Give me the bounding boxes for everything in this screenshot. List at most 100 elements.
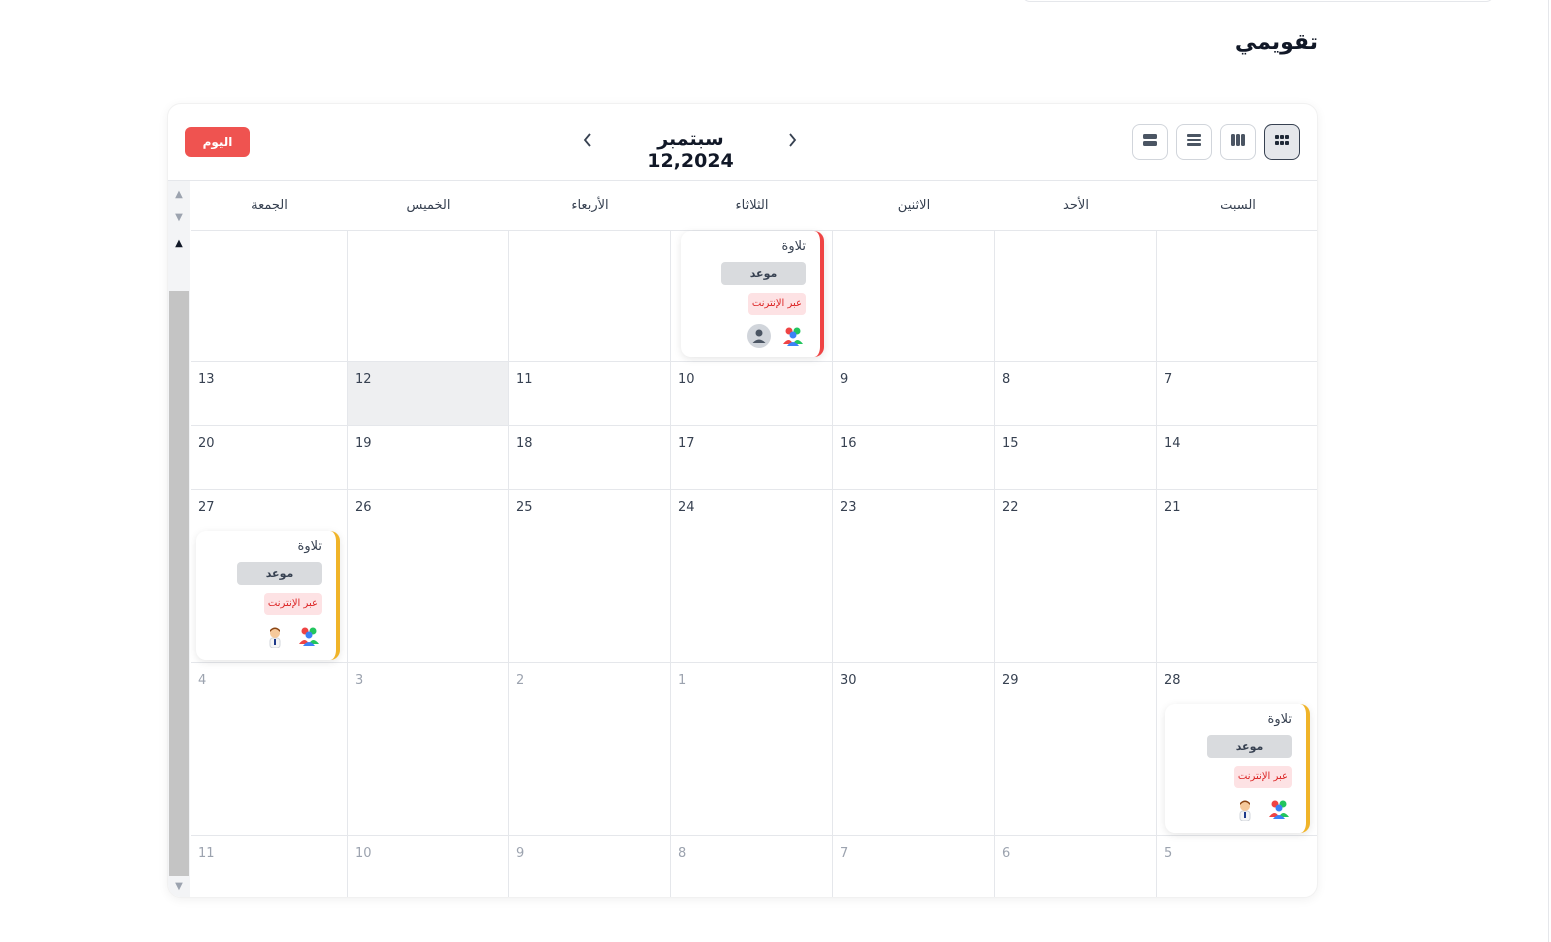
day-cell[interactable]: 10 bbox=[348, 836, 509, 897]
event-card[interactable]: تلاوة موعد عبر الإنترنت bbox=[1165, 704, 1310, 833]
day-cell[interactable]: 2 bbox=[509, 663, 671, 836]
day-cell[interactable]: 9 bbox=[509, 836, 671, 897]
event-mode-badge: عبر الإنترنت bbox=[1233, 766, 1292, 788]
day-cell[interactable]: 24 bbox=[671, 490, 833, 663]
scroll-up-icon[interactable]: ▲ bbox=[172, 189, 186, 200]
day-cell[interactable]: 21 bbox=[1157, 490, 1317, 663]
day-cell[interactable]: 17 bbox=[671, 426, 833, 490]
day-number: 21 bbox=[1164, 500, 1181, 515]
day-cell[interactable]: 25 bbox=[509, 490, 671, 663]
event-card[interactable]: تلاوة موعد عبر الإنترنت bbox=[681, 231, 824, 357]
chevron-right-icon[interactable] bbox=[782, 130, 802, 154]
day-number: 14 bbox=[1164, 436, 1181, 451]
day-cell[interactable] bbox=[348, 231, 509, 362]
day-number: 30 bbox=[840, 673, 857, 688]
day-cell[interactable]: 12 bbox=[348, 362, 509, 426]
weekday-header: الاثنين bbox=[833, 181, 995, 231]
day-cell[interactable] bbox=[995, 231, 1157, 362]
day-cell[interactable]: 8 bbox=[671, 836, 833, 897]
day-number: 9 bbox=[840, 372, 849, 387]
weekday-header: الأحد bbox=[995, 181, 1157, 231]
event-title: تلاوة bbox=[1267, 712, 1292, 727]
day-cell[interactable]: 11 bbox=[509, 362, 671, 426]
day-number: 17 bbox=[678, 436, 695, 451]
scroll-thumb[interactable] bbox=[169, 291, 189, 876]
day-cell[interactable]: 7 bbox=[833, 836, 995, 897]
event-mode-badge: عبر الإنترنت bbox=[747, 293, 806, 315]
day-cell[interactable]: 5 bbox=[1157, 836, 1317, 897]
day-number: 27 bbox=[198, 500, 215, 515]
rows-icon bbox=[1142, 132, 1158, 152]
day-cell[interactable] bbox=[833, 231, 995, 362]
day-number: 28 bbox=[1164, 673, 1181, 688]
day-view-button[interactable] bbox=[1132, 124, 1168, 160]
event-card[interactable]: تلاوة موعد عبر الإنترنت bbox=[196, 531, 340, 660]
list-icon bbox=[1186, 132, 1202, 152]
day-cell[interactable]: 19 bbox=[348, 426, 509, 490]
day-cell[interactable]: 16 bbox=[833, 426, 995, 490]
day-number: 8 bbox=[1002, 372, 1011, 387]
scroll-top-icon[interactable]: ▲ bbox=[172, 238, 186, 249]
scroll-bottom-icon[interactable]: ▼ bbox=[172, 881, 186, 892]
day-cell[interactable]: 1 bbox=[671, 663, 833, 836]
event-type-badge: موعد bbox=[721, 262, 806, 285]
day-cell[interactable]: 30 bbox=[833, 663, 995, 836]
day-cell[interactable]: 29 bbox=[995, 663, 1157, 836]
event-participants bbox=[746, 323, 806, 349]
event-type-badge: موعد bbox=[237, 562, 322, 585]
month-grid: السبت الأحد الاثنين الثلاثاء الأربعاء الخميس ا… bbox=[191, 181, 1317, 897]
day-number: 7 bbox=[1164, 372, 1173, 387]
day-number: 12 bbox=[355, 372, 372, 387]
day-cell[interactable]: 3 bbox=[348, 663, 509, 836]
chevron-left-icon[interactable] bbox=[578, 130, 598, 154]
day-cell[interactable]: 20 bbox=[191, 426, 348, 490]
day-cell[interactable]: 22 bbox=[995, 490, 1157, 663]
day-number: 5 bbox=[1164, 846, 1173, 861]
day-cell[interactable]: 9 bbox=[833, 362, 995, 426]
calendar-toolbar: اليوم سبتمبر 12,2024 bbox=[168, 104, 1317, 181]
day-cell[interactable]: 8 bbox=[995, 362, 1157, 426]
day-cell[interactable]: 23 bbox=[833, 490, 995, 663]
day-number: 4 bbox=[198, 673, 207, 688]
day-cell[interactable]: 14 bbox=[1157, 426, 1317, 490]
today-button[interactable]: اليوم bbox=[185, 127, 250, 157]
month-label: سبتمبر 12,2024 bbox=[647, 128, 734, 172]
event-type-badge: موعد bbox=[1207, 735, 1292, 758]
day-cell[interactable]: 26 bbox=[348, 490, 509, 663]
day-number: 29 bbox=[1002, 673, 1019, 688]
event-participants bbox=[1232, 796, 1292, 822]
day-cell[interactable]: 6 bbox=[995, 836, 1157, 897]
teacher-avatar-icon bbox=[1232, 796, 1258, 822]
day-cell[interactable]: 11 bbox=[191, 836, 348, 897]
day-cell[interactable]: 18 bbox=[509, 426, 671, 490]
day-cell[interactable]: 10 bbox=[671, 362, 833, 426]
vertical-scrollbar[interactable]: ▲ ▼ ▲ ▼ bbox=[168, 181, 190, 897]
day-cell[interactable]: 7 bbox=[1157, 362, 1317, 426]
weekday-header: الجمعة bbox=[191, 181, 348, 231]
day-number: 24 bbox=[678, 500, 695, 515]
day-number: 20 bbox=[198, 436, 215, 451]
day-cell[interactable]: 15 bbox=[995, 426, 1157, 490]
day-number: 9 bbox=[516, 846, 525, 861]
day-number: 8 bbox=[678, 846, 687, 861]
day-cell[interactable] bbox=[191, 231, 348, 362]
day-number: 19 bbox=[355, 436, 372, 451]
day-number: 11 bbox=[198, 846, 215, 861]
weekday-header: الأربعاء bbox=[509, 181, 671, 231]
day-number: 23 bbox=[840, 500, 857, 515]
scroll-down-icon[interactable]: ▼ bbox=[172, 212, 186, 223]
group-icon bbox=[780, 323, 806, 349]
week-view-button[interactable] bbox=[1220, 124, 1256, 160]
day-cell[interactable]: 13 bbox=[191, 362, 348, 426]
month-view-button[interactable] bbox=[1264, 124, 1300, 160]
day-cell[interactable] bbox=[509, 231, 671, 362]
day-number: 1 bbox=[678, 673, 687, 688]
teacher-avatar-icon bbox=[262, 623, 288, 649]
day-cell[interactable] bbox=[1157, 231, 1317, 362]
top-search-box[interactable] bbox=[1022, 0, 1494, 2]
columns-icon bbox=[1230, 132, 1246, 152]
list-view-button[interactable] bbox=[1176, 124, 1212, 160]
weekday-header: الثلاثاء bbox=[671, 181, 833, 231]
day-cell[interactable]: 4 bbox=[191, 663, 348, 836]
day-number: 22 bbox=[1002, 500, 1019, 515]
